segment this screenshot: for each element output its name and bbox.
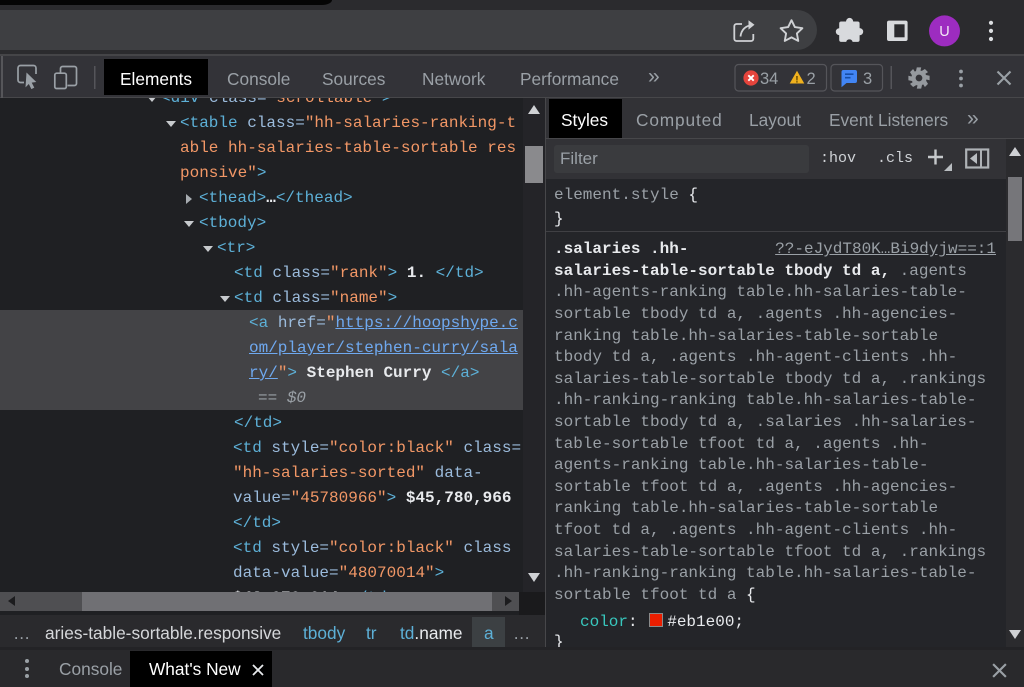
svg-text:U: U — [939, 24, 949, 40]
svg-text:!: ! — [795, 74, 798, 85]
svg-text:3: 3 — [863, 70, 872, 88]
svg-text:2: 2 — [807, 70, 816, 88]
svg-text:34: 34 — [760, 70, 778, 88]
